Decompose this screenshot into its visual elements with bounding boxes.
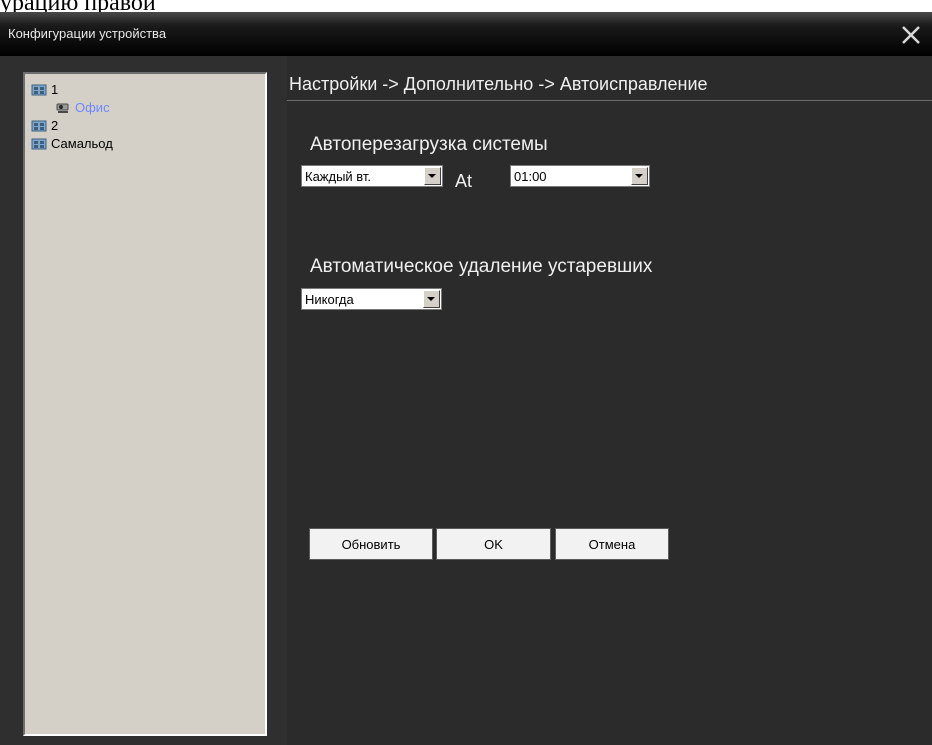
breadcrumb-bar: Настройки -> Дополнительно -> Автоисправ… xyxy=(287,70,932,101)
auto-delete-value: Никогда xyxy=(305,292,354,307)
camera-group-icon xyxy=(31,84,47,96)
camera-group-icon xyxy=(31,120,47,132)
tree-item-device-1[interactable]: 1 xyxy=(31,80,58,98)
auto-reboot-label: Автоперезагрузка системы xyxy=(310,134,548,155)
tree-item-label: 2 xyxy=(51,117,59,133)
reboot-day-select[interactable]: Каждый вт. xyxy=(301,165,443,187)
cancel-button[interactable]: Отмена xyxy=(555,528,669,560)
window-title: Конфигурации устройства xyxy=(8,26,167,41)
auto-delete-label: Автоматическое удаление устаревших xyxy=(310,256,653,277)
at-label: At xyxy=(455,171,473,191)
device-tree-panel: 1 Офис 2 Самальод xyxy=(0,56,287,745)
refresh-button[interactable]: Обновить xyxy=(309,528,433,560)
auto-delete-select[interactable]: Никогда xyxy=(301,288,442,310)
chevron-down-icon[interactable] xyxy=(423,290,440,308)
breadcrumb: Настройки -> Дополнительно -> Автоисправ… xyxy=(289,74,708,94)
tree-item-device-2[interactable]: 2 xyxy=(31,116,58,134)
device-config-window: Конфигурации устройства 1 Офис 2 Самальо… xyxy=(0,12,932,745)
device-tree: 1 Офис 2 Самальод xyxy=(23,72,267,736)
reboot-day-value: Каждый вт. xyxy=(305,169,372,184)
tree-item-office[interactable]: Офис xyxy=(55,98,110,116)
reboot-time-select[interactable]: 01:00 xyxy=(510,165,650,187)
tree-item-label: Самальод xyxy=(51,135,113,151)
ok-button[interactable]: OK xyxy=(436,528,551,560)
tree-item-label: 1 xyxy=(51,81,59,97)
chevron-down-icon[interactable] xyxy=(424,167,441,185)
camera-group-icon xyxy=(31,138,47,150)
title-bar: Конфигурации устройства xyxy=(0,12,932,56)
settings-panel: Настройки -> Дополнительно -> Автоисправ… xyxy=(287,56,932,745)
camera-icon xyxy=(56,103,69,113)
tree-item-samalod[interactable]: Самальод xyxy=(31,134,113,152)
reboot-time-value: 01:00 xyxy=(514,169,547,184)
chevron-down-icon[interactable] xyxy=(631,167,648,185)
close-icon[interactable] xyxy=(900,24,922,46)
tree-item-label: Офис xyxy=(75,99,110,115)
